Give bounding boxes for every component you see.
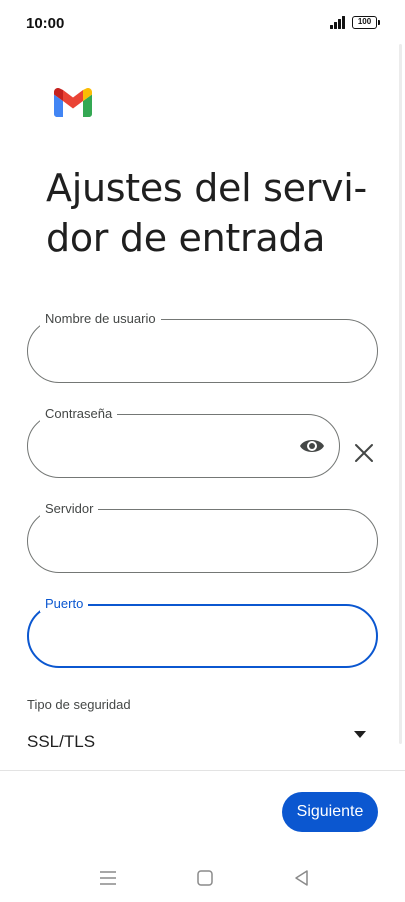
server-field[interactable]: Servidor <box>27 501 378 573</box>
next-button[interactable]: Siguiente <box>282 792 378 832</box>
gmail-logo <box>54 88 92 117</box>
divider <box>0 770 405 771</box>
page-title: Ajustes del servi-dor de entrada <box>46 166 367 260</box>
menu-icon[interactable] <box>98 868 118 888</box>
server-input[interactable] <box>48 530 293 548</box>
scrollbar[interactable] <box>399 44 402 744</box>
dropdown-arrow-icon <box>354 731 366 738</box>
server-label: Servidor <box>40 501 99 517</box>
port-field[interactable]: Puerto <box>27 596 378 668</box>
status-bar: 10:00 100 <box>0 0 405 46</box>
security-type-value: SSL/TLS <box>27 732 96 751</box>
status-time: 10:00 <box>26 15 65 32</box>
username-input[interactable] <box>48 340 293 358</box>
username-label: Nombre de usuario <box>40 311 161 327</box>
battery-icon: 100 <box>352 16 380 29</box>
security-type-label: Tipo de seguridad <box>27 697 131 712</box>
signal-bars-icon <box>330 16 348 29</box>
port-input[interactable] <box>49 626 292 644</box>
eye-icon[interactable] <box>299 435 325 457</box>
username-field[interactable]: Nombre de usuario <box>27 311 378 383</box>
port-label: Puerto <box>40 596 89 612</box>
security-type-select[interactable]: SSL/TLS <box>27 728 373 756</box>
password-field[interactable]: Contraseña <box>27 406 340 478</box>
back-icon[interactable] <box>292 868 312 888</box>
password-input[interactable] <box>48 435 235 453</box>
home-icon[interactable] <box>195 868 215 888</box>
password-label: Contraseña <box>40 406 118 422</box>
close-icon[interactable] <box>354 443 374 463</box>
